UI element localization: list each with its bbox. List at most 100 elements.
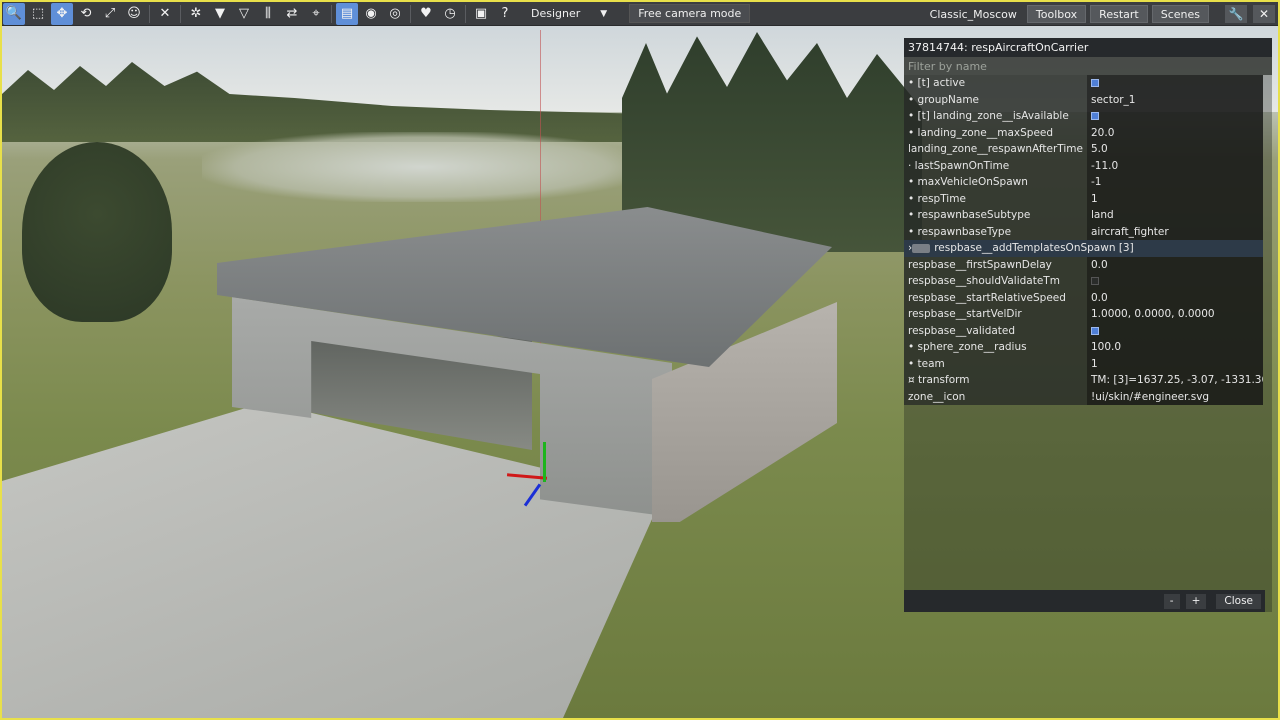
property-row[interactable]: • team 1 (904, 355, 1272, 372)
chevron-down-icon: ▼ (600, 8, 608, 19)
property-row[interactable]: respbase__shouldValidateTm (904, 273, 1272, 290)
property-name-label: respbase__validated (908, 324, 1016, 337)
wrench-icon[interactable]: 🔧 (1225, 5, 1247, 23)
property-value[interactable]: !ui/skin/#engineer.svg (1087, 388, 1263, 405)
property-value[interactable]: sector_1 (1087, 91, 1263, 108)
property-name: • sphere_zone__radius (904, 339, 1087, 356)
property-list: • [t] active • groupName sector_1 • [t] lan… (904, 75, 1272, 405)
checkbox[interactable] (1091, 112, 1099, 121)
property-name-label: landing_zone__respawnAfterTime (908, 143, 1083, 156)
property-value[interactable]: 5.0 (1087, 141, 1263, 158)
property-row[interactable]: • maxVehicleOnSpawn -1 (904, 174, 1272, 191)
free-camera-button[interactable]: Free camera mode (629, 4, 751, 23)
property-name-label: respbase__shouldValidateTm (908, 275, 1060, 288)
save-icon[interactable]: ▣ (470, 3, 492, 25)
property-value[interactable]: -11.0 (1087, 157, 1263, 174)
property-value[interactable] (1087, 322, 1263, 339)
property-name: respbase__startRelativeSpeed (904, 289, 1087, 306)
checkbox[interactable] (1091, 326, 1099, 335)
toolbox-button[interactable]: Toolbox (1026, 5, 1087, 23)
toolbar-separator (410, 4, 411, 23)
scenes-button[interactable]: Scenes (1151, 5, 1209, 23)
property-row[interactable]: • sphere_zone__radius 100.0 (904, 339, 1272, 356)
toolbar-icons: 🔍 ⬚ ✥ ⟲ ⤢ ☺ ✕ ✲ ▼ ▽ ⫼ ⇄ ⌖ ▤ ◉ ◎ ♥ ◷ ▣? (2, 2, 517, 25)
property-name-label: ¤ transform (908, 374, 970, 387)
zoom-icon[interactable]: 🔍 (3, 2, 25, 25)
toolbar-separator (180, 4, 181, 23)
property-row[interactable]: respbase__startRelativeSpeed 0.0 (904, 289, 1272, 306)
property-row[interactable]: landing_zone__respawnAfterTime 5.0 (904, 141, 1272, 158)
delete-icon[interactable]: ✕ (154, 3, 176, 25)
move-icon[interactable]: ✥ (51, 2, 73, 25)
smiley-icon[interactable]: ☺ (123, 3, 145, 25)
property-row[interactable]: • groupName sector_1 (904, 91, 1272, 108)
property-row[interactable]: respbase__validated (904, 322, 1272, 339)
property-value[interactable]: 1 (1087, 355, 1263, 372)
property-value[interactable]: 20.0 (1087, 124, 1263, 141)
property-row[interactable]: respbase__startVelDir 1.0000, 0.0000, 0.0… (904, 306, 1272, 323)
property-value[interactable] (1087, 108, 1263, 125)
property-value[interactable] (1087, 273, 1263, 290)
property-value[interactable]: land (1087, 207, 1263, 224)
select-icon[interactable]: ⬚ (27, 3, 49, 25)
eye-outline-icon[interactable]: ◎ (384, 3, 406, 25)
property-name-label: respbase__startRelativeSpeed (908, 291, 1066, 304)
property-name: • groupName (904, 91, 1087, 108)
eye-icon[interactable]: ◉ (360, 3, 382, 25)
toolbar-separator (149, 4, 150, 23)
close-icon[interactable]: ✕ (1253, 5, 1275, 23)
drop-down-outline-icon[interactable]: ▽ (233, 3, 255, 25)
property-group-row[interactable]: › respbase__addTemplatesOnSpawn [3] (904, 240, 1272, 257)
property-row[interactable]: · lastSpawnOnTime -11.0 (904, 157, 1272, 174)
property-row[interactable]: • respawnbaseSubtype land (904, 207, 1272, 224)
property-row[interactable]: • landing_zone__maxSpeed 20.0 (904, 124, 1272, 141)
heart-icon[interactable]: ♥ (415, 3, 437, 25)
close-button[interactable]: Close (1216, 593, 1261, 609)
property-value[interactable]: aircraft_fighter (1087, 223, 1263, 240)
property-row[interactable]: ¤ transform TM: [3]=1637.25, -3.07, -1331… (904, 372, 1272, 389)
property-value[interactable]: -1 (1087, 174, 1263, 191)
property-value[interactable]: 0.0 (1087, 256, 1263, 273)
toolbar-right: Classic_Moscow Toolbox Restart Scenes 🔧 … (922, 2, 1278, 26)
property-row[interactable]: respbase__firstSpawnDelay 0.0 (904, 256, 1272, 273)
clock-icon[interactable]: ◷ (439, 3, 461, 25)
mode-dropdown[interactable]: Designer ▼ (525, 4, 613, 24)
property-value[interactable]: 1.0000, 0.0000, 0.0000 (1087, 306, 1263, 323)
help-icon[interactable]: ? (494, 3, 516, 25)
property-name: respbase__shouldValidateTm (904, 273, 1087, 290)
target-icon[interactable]: ⌖ (305, 3, 327, 25)
property-name: • [t] active (904, 75, 1087, 92)
rotate-icon[interactable]: ⟲ (75, 3, 97, 25)
property-row[interactable]: • [t] landing_zone__isAvailable (904, 108, 1272, 125)
property-row[interactable]: zone__icon !ui/skin/#engineer.svg (904, 388, 1272, 405)
checkbox[interactable] (1091, 79, 1099, 88)
property-value[interactable]: 0.0 (1087, 289, 1263, 306)
document-icon[interactable]: ▤ (336, 2, 358, 25)
gizmo-y-axis[interactable] (543, 442, 546, 482)
property-name-label: respbase__addTemplatesOnSpawn [3] (934, 242, 1134, 255)
filter-input[interactable]: Filter by name (904, 57, 1272, 75)
property-row[interactable]: • respawnbaseType aircraft_fighter (904, 223, 1272, 240)
snow-field (202, 132, 642, 202)
property-name-label: • landing_zone__maxSpeed (908, 126, 1054, 139)
drop-down-filled-icon[interactable]: ▼ (209, 3, 231, 25)
link-icon[interactable]: ⇄ (281, 3, 303, 25)
restart-button[interactable]: Restart (1090, 5, 1148, 23)
property-name-label: • [t] landing_zone__isAvailable (908, 110, 1069, 123)
split-icon[interactable]: ⫼ (257, 3, 279, 25)
scale-icon[interactable]: ⤢ (99, 3, 121, 25)
property-row[interactable]: • respTime 1 (904, 190, 1272, 207)
property-value[interactable]: 1 (1087, 190, 1263, 207)
property-row[interactable]: • [t] active (904, 75, 1272, 92)
property-value[interactable]: 100.0 (1087, 339, 1263, 356)
minus-button[interactable]: - (1163, 593, 1180, 609)
property-name: respbase__validated (904, 322, 1087, 339)
gear-snap-icon[interactable]: ✲ (185, 3, 207, 25)
property-value[interactable] (1087, 75, 1263, 92)
property-name: respbase__firstSpawnDelay (904, 256, 1087, 273)
property-name-label: • sphere_zone__radius (908, 341, 1027, 354)
property-value[interactable]: TM: [3]=1637.25, -3.07, -1331.36 (1087, 372, 1263, 389)
plus-button[interactable]: + (1185, 593, 1207, 609)
checkbox[interactable] (1091, 277, 1099, 286)
property-name: • respawnbaseType (904, 223, 1087, 240)
